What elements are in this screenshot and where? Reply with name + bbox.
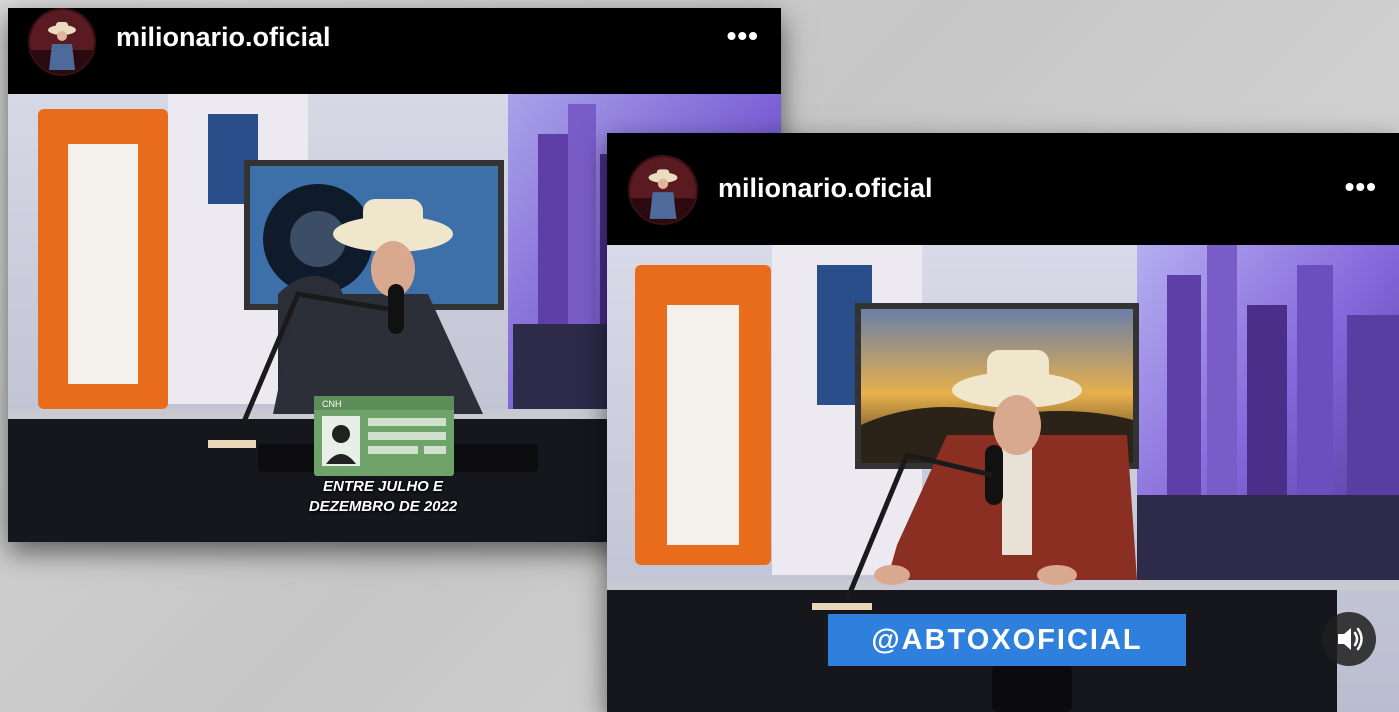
speaker-icon	[1338, 627, 1363, 651]
instagram-post-2: milionario.oficial ••• @ABTOXOFICIAL	[607, 133, 1399, 712]
profile-photo-icon	[630, 157, 696, 223]
more-options-icon[interactable]: •••	[727, 22, 759, 50]
username[interactable]: milionario.oficial	[116, 22, 331, 53]
post-header: milionario.oficial •••	[8, 8, 781, 94]
avatar[interactable]	[628, 155, 698, 225]
caption-line-2: DEZEMBRO DE 2022	[308, 498, 458, 515]
profile-photo-icon	[30, 10, 94, 74]
video-frame[interactable]: @ABTOXOFICIAL	[607, 245, 1399, 712]
video-caption: ENTRE JULHO E DEZEMBRO DE 2022	[278, 477, 488, 517]
handle-tag-banner: @ABTOXOFICIAL	[828, 614, 1186, 666]
avatar[interactable]	[28, 8, 96, 76]
svg-text:CNH: CNH	[322, 399, 342, 409]
sound-toggle-button[interactable]	[1322, 612, 1376, 666]
caption-line-1: ENTRE JULHO E	[322, 478, 443, 495]
post-header: milionario.oficial •••	[607, 133, 1399, 245]
driver-license-card-icon: CNH	[314, 396, 454, 476]
more-options-icon[interactable]: •••	[1345, 173, 1377, 201]
username[interactable]: milionario.oficial	[718, 173, 933, 204]
